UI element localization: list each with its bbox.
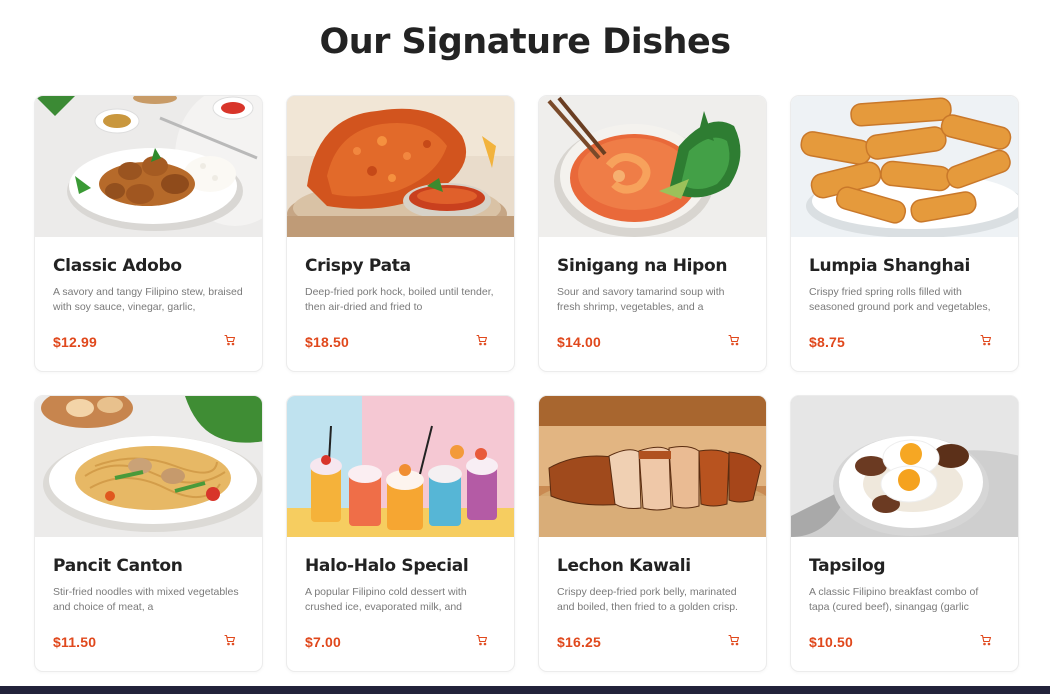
dish-description: Crispy fried spring rolls filled with se…: [809, 286, 991, 313]
dish-description: Sour and savory tamarind soup with fresh…: [557, 286, 725, 313]
dish-name: Tapsilog: [809, 556, 886, 576]
dish-description: A popular Filipino cold dessert with cru…: [305, 586, 467, 613]
dish-name: Lumpia Shanghai: [809, 256, 971, 276]
add-to-cart-button[interactable]: [978, 632, 994, 648]
dish-photo-pancit: [35, 396, 262, 537]
dish-name: Sinigang na Hipon: [557, 256, 728, 276]
dish-description: Deep-fried pork hock, boiled until tende…: [305, 286, 494, 313]
cart-icon: [980, 634, 992, 646]
dish-price: $7.00: [305, 634, 342, 650]
dish-price: $8.75: [809, 334, 846, 350]
dish-name: Crispy Pata: [305, 256, 411, 276]
dish-description: Crispy deep-fried pork belly, marinated …: [557, 586, 738, 613]
dish-photo-lumpia: [791, 96, 1018, 237]
cart-icon: [224, 334, 236, 346]
dish-name: Halo-Halo Special: [305, 556, 469, 576]
add-to-cart-button[interactable]: [474, 332, 490, 348]
dish-photo-crispy-pata: [287, 96, 514, 237]
dish-name: Pancit Canton: [53, 556, 183, 576]
dish-name: Lechon Kawali: [557, 556, 691, 576]
dish-name: Classic Adobo: [53, 256, 182, 276]
dish-price: $11.50: [53, 634, 97, 650]
dish-card[interactable]: Lumpia Shanghai Crispy fried spring roll…: [790, 95, 1019, 372]
footer-strip: [0, 686, 1050, 694]
cart-icon: [980, 334, 992, 346]
cart-icon: [476, 334, 488, 346]
add-to-cart-button[interactable]: [978, 332, 994, 348]
dish-photo-lechon-kawali: [539, 396, 766, 537]
add-to-cart-button[interactable]: [222, 332, 238, 348]
dish-photo-sinigang: [539, 96, 766, 237]
add-to-cart-button[interactable]: [474, 632, 490, 648]
dish-price: $16.25: [557, 634, 602, 650]
cart-icon: [728, 634, 740, 646]
dish-card[interactable]: Lechon Kawali Crispy deep-fried pork bel…: [538, 395, 767, 672]
dish-photo-adobo: [35, 96, 262, 237]
dish-price: $12.99: [53, 334, 98, 350]
dish-card[interactable]: Tapsilog A classic Filipino breakfast co…: [790, 395, 1019, 672]
dish-photo-tapsilog: [791, 396, 1018, 537]
dish-description: Stir-fried noodles with mixed vegetables…: [53, 586, 239, 613]
cart-icon: [224, 634, 236, 646]
dish-price: $18.50: [305, 334, 350, 350]
dish-description: A savory and tangy Filipino stew, braise…: [53, 286, 243, 313]
dish-card[interactable]: Pancit Canton Stir-fried noodles with mi…: [34, 395, 263, 672]
dish-description: A classic Filipino breakfast combo of ta…: [809, 586, 979, 613]
add-to-cart-button[interactable]: [222, 632, 238, 648]
cart-icon: [728, 334, 740, 346]
dishes-grid: Classic Adobo A savory and tangy Filipin…: [34, 95, 1019, 672]
dish-card[interactable]: Sinigang na Hipon Sour and savory tamari…: [538, 95, 767, 372]
dish-card[interactable]: Crispy Pata Deep-fried pork hock, boiled…: [286, 95, 515, 372]
dish-price: $10.50: [809, 634, 854, 650]
section-title: Our Signature Dishes: [319, 22, 731, 62]
dish-price: $14.00: [557, 334, 602, 350]
dish-card[interactable]: Halo-Halo Special A popular Filipino col…: [286, 395, 515, 672]
cart-icon: [476, 634, 488, 646]
add-to-cart-button[interactable]: [726, 332, 742, 348]
add-to-cart-button[interactable]: [726, 632, 742, 648]
dish-photo-halo-halo: [287, 396, 514, 537]
dish-card[interactable]: Classic Adobo A savory and tangy Filipin…: [34, 95, 263, 372]
